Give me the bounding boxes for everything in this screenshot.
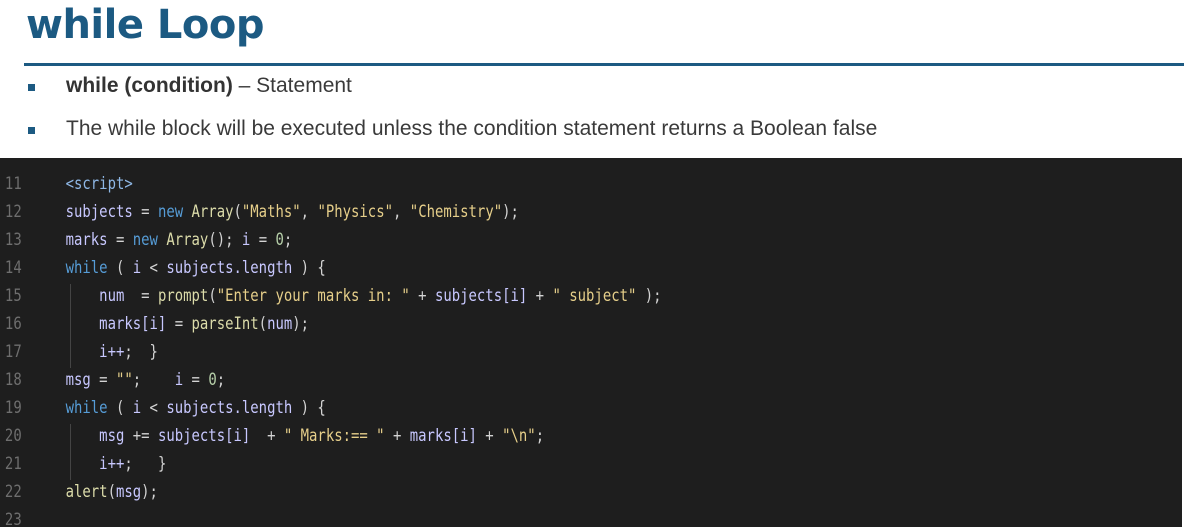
title-divider xyxy=(24,63,1184,66)
code-text: while ( i < subjects.length ) { xyxy=(65,258,326,278)
line-number: 17 xyxy=(4,342,22,362)
code-text: subjects = new Array("Maths", "Physics",… xyxy=(65,202,519,222)
code-line: 16 marks[i] = parseInt(num); xyxy=(0,310,969,338)
code-line: 13 marks = new Array(); i = 0; xyxy=(0,226,969,254)
line-number: 16 xyxy=(4,314,22,334)
code-text: marks = new Array(); i = 0; xyxy=(65,230,293,250)
code-line: 23 xyxy=(0,506,969,527)
line-number: 18 xyxy=(4,370,22,390)
code-text: i++; } xyxy=(99,342,158,362)
code-line: 18 msg = ""; i = 0; xyxy=(0,366,969,394)
line-number: 11 xyxy=(4,174,22,194)
line-number: 14 xyxy=(4,258,22,278)
line-number: 22 xyxy=(4,482,22,502)
code-text: <script> xyxy=(65,174,133,194)
code-text: alert(msg); xyxy=(65,482,158,502)
code-line: 14 while ( i < subjects.length ) { xyxy=(0,254,969,282)
line-number: 13 xyxy=(4,230,22,250)
slide-title: while Loop xyxy=(26,2,265,48)
code-text: while ( i < subjects.length ) { xyxy=(65,398,326,418)
bullet-marker xyxy=(28,84,35,91)
code-line: 22 alert(msg); xyxy=(0,478,969,506)
line-number: 21 xyxy=(4,454,22,474)
code-line: 15 num = prompt("Enter your marks in: " … xyxy=(0,282,969,310)
code-line: 12 subjects = new Array("Maths", "Physics… xyxy=(0,198,969,226)
bullet-marker xyxy=(28,127,35,134)
code-line: 11 <script> xyxy=(0,170,969,198)
code-text: marks[i] = parseInt(num); xyxy=(99,314,310,334)
code-text: i++; } xyxy=(99,454,167,474)
bullet-rest-text: – Statement xyxy=(232,74,352,97)
bullet-item-syntax: while (condition) – Statement xyxy=(28,74,1178,102)
code-line: 21 i++; } xyxy=(0,450,969,478)
code-line: 19 while ( i < subjects.length ) { xyxy=(0,394,969,422)
code-text: msg += subjects[i] + " Marks:== " + mark… xyxy=(99,426,545,446)
line-number: 20 xyxy=(4,426,22,446)
line-number: 15 xyxy=(4,286,22,306)
code-text: num = prompt("Enter your marks in: " + s… xyxy=(99,286,662,306)
code-editor-panel: 11 <script> 12 subjects = new Array("Maths"… xyxy=(0,158,1182,527)
bullet-text: The while block will be executed unless … xyxy=(66,117,878,140)
code-text: msg = ""; i = 0; xyxy=(65,370,226,390)
line-number: 12 xyxy=(4,202,22,222)
code-line: 20 msg += subjects[i] + " Marks:== " + m… xyxy=(0,422,969,450)
bullet-text: while (condition) – Statement xyxy=(66,74,352,98)
code-line: 17 i++; } xyxy=(0,338,969,366)
bullet-item-description: The while block will be executed unless … xyxy=(28,117,1178,145)
bullet-bold-text: while (condition) xyxy=(66,74,233,97)
line-number: 19 xyxy=(4,398,22,418)
line-number: 23 xyxy=(4,510,22,527)
